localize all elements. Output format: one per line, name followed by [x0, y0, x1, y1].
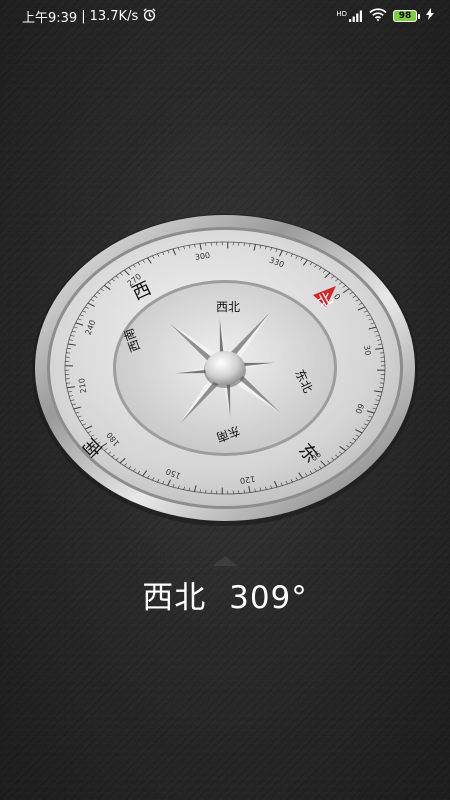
- charging-icon: [426, 8, 434, 24]
- heading-reading: 西北 309°: [0, 572, 450, 617]
- degree-label: 30: [362, 345, 372, 356]
- status-bar: 上午9:39 | 13.7K/s HD 98: [0, 0, 450, 32]
- signal-icon: HD: [336, 10, 363, 22]
- signal-hd-label: HD: [336, 10, 347, 18]
- compass-dial: 0306090120150180210240270300 330 北 东 南 西…: [32, 214, 418, 526]
- battery-icon: 98: [393, 10, 420, 22]
- status-network-speed: 13.7K/s: [89, 8, 139, 24]
- alarm-icon: [142, 7, 157, 26]
- heading-direction: 西北: [142, 580, 207, 616]
- heading-degrees: 309°: [229, 580, 308, 616]
- wifi-icon: [369, 7, 387, 25]
- battery-level: 98: [393, 10, 417, 22]
- compass[interactable]: 0 30 60 90 120 150 180 210 240 270 300 330 北: [30, 210, 420, 530]
- heading-pointer-icon: [212, 556, 238, 566]
- status-time: 上午9:39: [22, 10, 78, 26]
- compass-hub: [205, 351, 245, 385]
- direction-northwest: 西北: [216, 300, 240, 314]
- status-separator: |: [81, 8, 86, 24]
